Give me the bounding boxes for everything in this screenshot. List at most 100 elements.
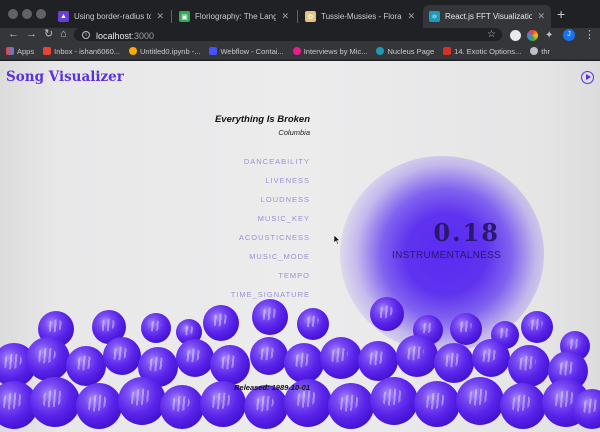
sphere xyxy=(76,383,122,429)
feature-music-key[interactable]: MUSIC_KEY xyxy=(180,214,310,233)
site-info-icon[interactable]: i xyxy=(82,30,90,39)
tab-close-icon[interactable]: ✕ xyxy=(156,11,164,22)
sphere xyxy=(66,346,106,386)
close-window-icon[interactable] xyxy=(8,9,18,19)
sphere xyxy=(30,377,80,427)
bookmark-label: Nucleus Page xyxy=(387,46,435,56)
colab-icon xyxy=(129,47,137,55)
gmail-icon xyxy=(43,47,52,55)
sphere-field xyxy=(0,297,600,432)
bookmark-label: Inbox - ishan6060... xyxy=(54,46,120,56)
sphere xyxy=(396,335,438,377)
bookmark-item[interactable]: Untitled0.ipynb -... xyxy=(129,47,200,56)
sphere xyxy=(370,297,404,331)
tab-favicon-icon: ✿ xyxy=(305,11,316,22)
app-title: Song Visualizer xyxy=(6,69,124,85)
tab-divider xyxy=(171,10,172,23)
nucleus-icon xyxy=(376,47,385,55)
feature-music-mode[interactable]: MUSIC_MODE xyxy=(180,252,310,271)
home-icon[interactable]: ⌂ xyxy=(60,28,67,43)
release-date: Released: 1989-10-01 xyxy=(234,383,310,392)
bookmark-label: thr xyxy=(541,46,551,56)
sphere xyxy=(176,339,214,377)
tab-title: Tussie-Mussies - Floral Des xyxy=(321,12,403,21)
bookmarks-bar: Apps Inbox - ishan6060... Untitled0.ipyn… xyxy=(0,43,600,60)
sphere xyxy=(521,311,553,343)
bookmark-star-icon[interactable]: ☆ xyxy=(487,28,496,41)
artist-name: Columbia xyxy=(278,128,310,137)
tab-title: Floriography: The Language xyxy=(195,12,277,21)
forward-arrow-icon[interactable]: → xyxy=(26,28,37,43)
sphere xyxy=(26,337,70,381)
profile-avatar[interactable]: J xyxy=(563,29,575,41)
reload-icon[interactable]: ↻ xyxy=(44,28,53,43)
tab-favicon-icon: ▲ xyxy=(58,11,69,22)
maximize-window-icon[interactable] xyxy=(36,9,46,19)
feature-list: DANCEABILITY LIVENESS LOUDNESS MUSIC_KEY… xyxy=(180,157,310,309)
feature-tempo[interactable]: TEMPO xyxy=(180,271,310,290)
bookmark-label: Webflow - Contai... xyxy=(220,46,284,56)
bookmark-item[interactable]: Apps xyxy=(6,47,34,56)
webflow-icon xyxy=(209,47,218,55)
browser-tab[interactable]: ▣ Floriography: The Language ✕ xyxy=(173,5,295,28)
interviews-icon xyxy=(292,47,301,55)
back-arrow-icon[interactable]: ← xyxy=(8,28,19,43)
tab-title: React.js FFT Visualization xyxy=(445,12,533,21)
bookmark-label: Apps xyxy=(17,46,35,56)
github-icon xyxy=(530,47,539,55)
sphere xyxy=(472,339,510,377)
sphere xyxy=(456,377,504,425)
sphere xyxy=(320,337,362,379)
new-tab-button[interactable]: + xyxy=(557,6,565,22)
feature-loudness[interactable]: LOUDNESS xyxy=(180,195,310,214)
sphere xyxy=(252,299,288,335)
address-bar[interactable]: i localhost:3000 ☆ xyxy=(74,28,502,41)
tab-divider xyxy=(297,10,298,23)
bookmark-item[interactable]: thr xyxy=(530,47,550,56)
options-icon xyxy=(443,47,452,55)
browser-toolbar: ← → ↻ ⌂ i localhost:3000 ☆ ✦ J ⋮ xyxy=(0,28,600,43)
page-viewport: Song Visualizer Everything Is Broken Col… xyxy=(0,61,600,432)
feature-danceability[interactable]: DANCEABILITY xyxy=(180,157,310,176)
browser-menu-icon[interactable]: ⋮ xyxy=(584,28,595,42)
bookmark-label: Untitled0.ipynb -... xyxy=(140,46,201,56)
tab-close-icon[interactable]: ✕ xyxy=(537,11,545,22)
extensions-puzzle-icon[interactable]: ✦ xyxy=(545,30,556,41)
sphere xyxy=(250,337,288,375)
sphere xyxy=(297,308,329,340)
browser-tab-active[interactable]: ⚛ React.js FFT Visualization ✕ xyxy=(423,5,551,28)
browser-tab[interactable]: ✿ Tussie-Mussies - Floral Des ✕ xyxy=(299,5,421,28)
sphere xyxy=(508,345,550,387)
metric-label: INSTRUMENTALNESS xyxy=(392,250,502,261)
bookmark-label: 14. Exotic Options... xyxy=(454,46,522,56)
minimize-window-icon[interactable] xyxy=(22,9,32,19)
sphere xyxy=(118,377,166,425)
sphere xyxy=(434,343,474,383)
mouse-cursor-icon xyxy=(334,235,340,245)
tab-title: Using border-radius to make xyxy=(74,12,152,21)
url-host: localhost xyxy=(96,30,132,41)
extension-icon[interactable] xyxy=(527,30,538,41)
tab-close-icon[interactable]: ✕ xyxy=(281,11,289,22)
sphere xyxy=(284,343,324,383)
bookmark-item[interactable]: Interviews by Mic... xyxy=(292,47,367,56)
react-favicon-icon: ⚛ xyxy=(429,11,440,22)
sphere xyxy=(414,381,460,427)
browser-titlebar: ▲ Using border-radius to make ✕ ▣ Florio… xyxy=(0,0,600,28)
bookmark-item[interactable]: Webflow - Contai... xyxy=(209,46,284,56)
sphere xyxy=(450,313,482,345)
sphere xyxy=(141,313,171,343)
tab-close-icon[interactable]: ✕ xyxy=(407,11,415,22)
metric-value: 0.18 xyxy=(433,218,500,247)
bookmark-item[interactable]: Inbox - ishan6060... xyxy=(43,47,120,56)
feature-liveness[interactable]: LIVENESS xyxy=(180,176,310,195)
sphere xyxy=(210,345,250,385)
bookmark-item[interactable]: 14. Exotic Options... xyxy=(443,47,521,56)
tab-favicon-icon: ▣ xyxy=(179,11,190,22)
sphere xyxy=(500,383,546,429)
bookmark-item[interactable]: Nucleus Page xyxy=(376,47,434,56)
feature-acousticness[interactable]: ACOUSTICNESS xyxy=(180,233,310,252)
sphere xyxy=(370,377,418,425)
extension-icon[interactable] xyxy=(510,30,521,41)
play-circle-icon[interactable] xyxy=(581,71,594,84)
